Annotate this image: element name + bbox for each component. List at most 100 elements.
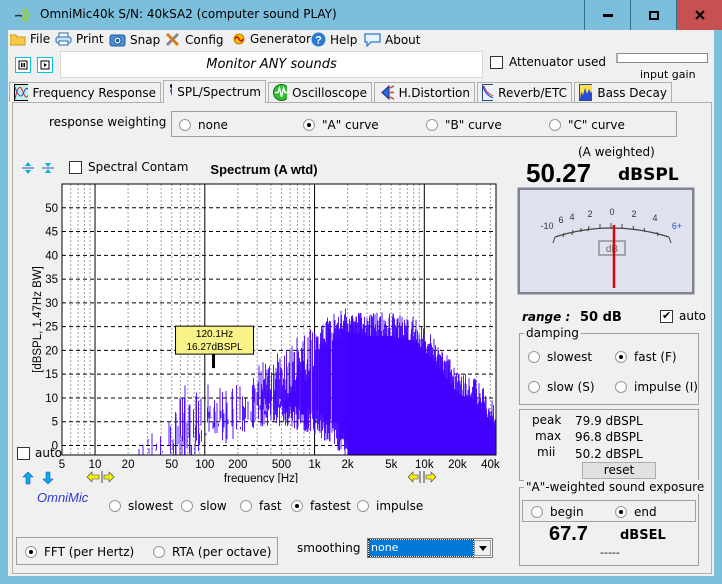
y-tick-label: 30 — [45, 298, 58, 310]
radio-dot[interactable] — [291, 500, 303, 512]
radio-dot[interactable] — [615, 506, 627, 518]
menu-file[interactable]: File — [10, 32, 50, 46]
damping-slowest-radio[interactable]: slowest — [528, 350, 592, 364]
y-tick-label: 15 — [45, 369, 58, 381]
y-auto-checkbox[interactable]: auto — [17, 446, 62, 460]
y-tick-label: 5 — [52, 417, 58, 429]
exposure-sub: ----- — [600, 546, 620, 559]
x-tick-label: 5k — [385, 459, 397, 471]
mode-rta-label: RTA (per octave) — [172, 545, 272, 559]
menu-generator[interactable]: Generator — [232, 32, 311, 46]
pause-icon — [18, 60, 28, 70]
minimize-button[interactable] — [584, 0, 630, 30]
radio-dot[interactable] — [528, 351, 540, 363]
y-auto-check-box[interactable] — [17, 446, 30, 460]
weighting-c-radio[interactable]: "C" curve — [549, 118, 625, 132]
tab-reverb-etc[interactable]: Reverb/ETC — [477, 82, 572, 102]
speed-fast-radio[interactable]: fast — [240, 499, 282, 513]
tab-spl-spectrum[interactable]: SPL/Spectrum — [163, 80, 266, 103]
attenuator-checkbox[interactable]: Attenuator used — [490, 55, 606, 69]
input-gain-slider[interactable] — [616, 53, 708, 63]
range-auto-check-box[interactable] — [660, 309, 673, 323]
radio-dot[interactable] — [357, 500, 369, 512]
tools-icon — [165, 32, 180, 47]
tab-frequency-response-label: Frequency Response — [32, 85, 156, 100]
menu-config[interactable]: Config — [165, 32, 224, 47]
smoothing-dropdown[interactable]: none — [367, 538, 493, 558]
dropdown-button[interactable] — [474, 540, 491, 556]
mode-fft-radio[interactable]: FFT (per Hertz) — [25, 545, 134, 559]
scroll-y-up-icon[interactable] — [21, 471, 35, 485]
radio-dot[interactable] — [549, 119, 561, 131]
menu-file-label: File — [30, 32, 51, 46]
app-icon — [14, 7, 29, 23]
play-button[interactable] — [37, 57, 53, 73]
camera-icon — [109, 34, 126, 47]
y-tick-label: 40 — [45, 250, 58, 262]
exposure-begin-radio[interactable]: begin — [531, 505, 584, 519]
speed-impulse-radio[interactable]: impulse — [357, 499, 423, 513]
speed-fastest-radio[interactable]: fastest — [291, 499, 351, 513]
pause-button[interactable] — [15, 57, 31, 73]
tab-oscilloscope[interactable]: Oscilloscope — [268, 82, 372, 102]
tab-h-distortion[interactable]: H.Distortion — [374, 82, 475, 102]
mode-rta-radio[interactable]: RTA (per octave) — [153, 545, 271, 559]
attenuator-check-box[interactable] — [490, 55, 503, 69]
zoom-x-in-right-icon[interactable] — [423, 471, 437, 483]
close-icon — [694, 10, 705, 20]
speed-slowest-radio[interactable]: slowest — [109, 499, 173, 513]
attenuator-label: Attenuator used — [509, 55, 607, 69]
x-tick-label: 1k — [308, 459, 320, 471]
x-tick-label: 50 — [165, 459, 178, 471]
x-tick-label: 20 — [122, 459, 135, 471]
x-tick-label: 200 — [228, 459, 247, 471]
maximize-button[interactable] — [630, 0, 676, 30]
y-auto-label: auto — [35, 446, 63, 460]
shift-right-arrow-icon[interactable] — [101, 471, 115, 483]
damping-fast-radio[interactable]: fast (F) — [615, 350, 677, 364]
radio-dot[interactable] — [240, 500, 252, 512]
menu-help[interactable]: ? Help — [311, 32, 357, 47]
weighting-note: (A weighted) — [578, 145, 655, 159]
printer-icon — [55, 32, 72, 46]
menu-generator-label: Generator — [250, 32, 311, 46]
range-auto-checkbox[interactable]: auto — [660, 309, 706, 323]
radio-dot[interactable] — [531, 506, 543, 518]
menu-about[interactable]: About — [364, 32, 420, 47]
speed-fast-label: fast — [259, 499, 282, 513]
speed-slow-radio[interactable]: slow — [181, 499, 227, 513]
range-value: 50 dB — [580, 310, 622, 325]
shift-left-arrow-icon[interactable] — [86, 471, 100, 483]
exposure-end-radio[interactable]: end — [615, 505, 657, 519]
radio-dot[interactable] — [181, 500, 193, 512]
stat-min-value: 50.2 dBSPL — [575, 447, 643, 461]
help-icon: ? — [311, 32, 326, 47]
reverb-icon — [482, 84, 494, 101]
radio-dot[interactable] — [25, 546, 37, 558]
tab-bass-decay-label: Bass Decay — [597, 85, 667, 100]
exposure-begin-label: begin — [550, 505, 584, 519]
radio-dot[interactable] — [615, 381, 627, 393]
damping-slow-radio[interactable]: slow (S) — [528, 380, 595, 394]
radio-dot[interactable] — [153, 546, 165, 558]
menu-snap[interactable]: Snap — [109, 32, 160, 47]
oscilloscope-icon — [273, 84, 288, 101]
zoom-x-in-left-icon[interactable] — [407, 471, 421, 483]
stat-peak-value: 79.9 dBSPL — [575, 414, 643, 428]
exposure-unit: dBSEL — [620, 528, 666, 543]
window-title: OmniMic40k S/N: 40kSA2 (computer sound P… — [40, 7, 337, 21]
reset-button[interactable]: reset — [582, 462, 656, 479]
menu-snap-label: Snap — [130, 32, 161, 47]
damping-impulse-radio[interactable]: impulse (I) — [615, 380, 698, 394]
radio-dot[interactable] — [109, 500, 121, 512]
minimize-icon — [602, 14, 613, 17]
tab-bass-decay[interactable]: Bass Decay — [574, 82, 672, 102]
menu-print[interactable]: Print — [55, 32, 104, 46]
scroll-y-down-icon[interactable] — [41, 471, 55, 485]
close-button[interactable] — [676, 0, 722, 30]
stat-min-label: mii — [537, 445, 556, 459]
stat-max-value: 96.8 dBSPL — [575, 430, 643, 444]
radio-dot[interactable] — [528, 381, 540, 393]
radio-dot[interactable] — [615, 351, 627, 363]
tab-frequency-response[interactable]: Frequency Response — [9, 82, 161, 102]
